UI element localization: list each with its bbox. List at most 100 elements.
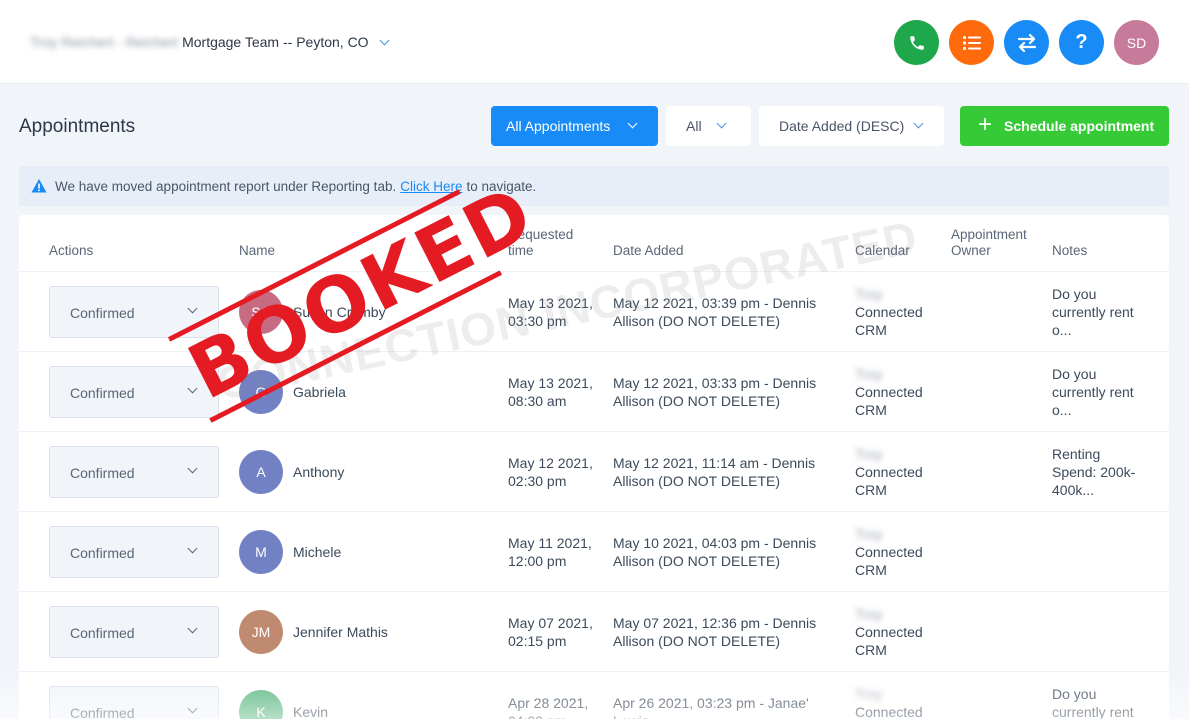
- column-header-actions: Actions: [49, 243, 94, 258]
- date-added-line2: Allison (DO NOT DELETE): [613, 313, 780, 329]
- chevron-down-icon: [187, 703, 198, 714]
- table-row[interactable]: Confirmed M Michele May 11 2021, 12:00 pm May…: [19, 512, 1169, 592]
- date-added-line2: Lewis: [613, 712, 838, 719]
- page-title: Appointments: [19, 116, 136, 137]
- notes-line2: currently rent: [1052, 384, 1134, 400]
- table-row[interactable]: Confirmed G Gabriela May 13 2021, 08:30 am Ma…: [19, 352, 1169, 432]
- date-added-line2: Allison (DO NOT DELETE): [613, 393, 780, 409]
- status-dropdown[interactable]: Confirmed: [49, 686, 219, 719]
- date-added-line1: May 10 2021, 04:03 pm - Dennis: [613, 535, 817, 551]
- calendar-owner-blurred: Troy: [855, 446, 883, 462]
- requested-date: May 13 2021,: [508, 295, 593, 311]
- chevron-down-icon: [187, 623, 198, 634]
- contact-avatar: A: [239, 450, 283, 494]
- calendar-owner-blurred: Troy: [855, 286, 883, 302]
- calendar-line1: Connected: [855, 624, 923, 640]
- contact-name[interactable]: Jennifer Mathis: [293, 623, 388, 641]
- requested-clock: 03:30 pm: [508, 313, 567, 329]
- table-row[interactable]: Confirmed JM Jennifer Mathis May 07 2021, 02…: [19, 592, 1169, 672]
- requested-clock: 08:30 am: [508, 393, 567, 409]
- chevron-down-icon: [379, 35, 390, 45]
- calendar-line2: CRM: [855, 482, 887, 498]
- calendar-owner-blurred: Troy: [855, 526, 883, 542]
- location-label: Mortgage Team -- Peyton, CO: [182, 34, 369, 50]
- top-bar: Troy Reichert - Reichert Mortgage Team -…: [0, 0, 1189, 84]
- help-icon[interactable]: ?: [1059, 20, 1104, 65]
- status-filter-dropdown[interactable]: All: [666, 106, 751, 146]
- column-header-calendar: Calendar: [855, 243, 910, 258]
- status-dropdown[interactable]: Confirmed: [49, 286, 219, 338]
- notice-link[interactable]: Click Here: [400, 179, 462, 194]
- appointments-filter-dropdown[interactable]: All Appointments: [491, 106, 658, 146]
- location-switcher[interactable]: Troy Reichert - Reichert Mortgage Team -…: [30, 34, 390, 50]
- table-row[interactable]: Confirmed A Anthony May 12 2021, 02:30 pm May…: [19, 432, 1169, 512]
- status-label: Confirmed: [70, 705, 135, 719]
- transfer-icon[interactable]: [1004, 20, 1049, 65]
- contact-name[interactable]: Kevin: [293, 703, 328, 719]
- contact-avatar: M: [239, 530, 283, 574]
- table-header: Actions Name Requested time Date Added C…: [19, 215, 1169, 272]
- notes-line1: Renting: [1052, 446, 1101, 462]
- calendar-line2: CRM: [855, 562, 887, 578]
- notice-text: We have moved appointment report under R…: [55, 178, 397, 194]
- calendar-line2: CRM: [855, 322, 887, 338]
- contact-avatar: JM: [239, 610, 283, 654]
- calendar-owner-blurred: Troy: [855, 366, 883, 382]
- requested-time: May 13 2021, 03:30 pm: [508, 294, 608, 330]
- requested-clock: 02:30 pm: [508, 473, 567, 489]
- calendar-line1: Connected: [855, 704, 923, 719]
- calendar-name: Troy Connected CRM: [855, 525, 945, 579]
- sort-dropdown[interactable]: Date Added (DESC): [759, 106, 944, 146]
- schedule-appointment-button[interactable]: + Schedule appointment: [960, 106, 1169, 146]
- notes-line1: Do you: [1052, 286, 1097, 302]
- date-added-line1: May 07 2021, 12:36 pm - Dennis: [613, 615, 817, 631]
- chevron-down-icon: [716, 118, 727, 129]
- status-dropdown[interactable]: Confirmed: [49, 366, 219, 418]
- chevron-down-icon: [187, 383, 198, 394]
- calendar-line1: Connected: [855, 304, 923, 320]
- status-dropdown[interactable]: Confirmed: [49, 606, 219, 658]
- status-dropdown[interactable]: Confirmed: [49, 526, 219, 578]
- calendar-line1: Connected: [855, 384, 923, 400]
- calendar-name: Troy Connected CRM: [855, 445, 945, 499]
- table-row[interactable]: Confirmed SC Susan Crumby May 13 2021, 03:30…: [19, 272, 1169, 352]
- header-actions: ? SD: [894, 20, 1159, 65]
- status-label: Confirmed: [70, 385, 135, 401]
- contact-name[interactable]: Michele: [293, 543, 341, 561]
- list-icon[interactable]: [949, 20, 994, 65]
- chevron-down-icon: [187, 463, 198, 474]
- requested-time: May 07 2021, 02:15 pm: [508, 614, 608, 650]
- contact-name[interactable]: Susan Crumby: [293, 303, 386, 321]
- calendar-line1: Connected: [855, 464, 923, 480]
- date-added-line2: Allison (DO NOT DELETE): [613, 633, 780, 649]
- date-added: May 12 2021, 03:39 pm - Dennis Allison (D…: [613, 294, 838, 330]
- contact-name[interactable]: Anthony: [293, 463, 344, 481]
- column-header-owner-line1: Appointment: [951, 227, 1027, 242]
- schedule-appointment-label: Schedule appointment: [1004, 118, 1155, 134]
- user-avatar[interactable]: SD: [1114, 20, 1159, 65]
- contact-name[interactable]: Gabriela: [293, 383, 346, 401]
- requested-clock: 12:00 pm: [508, 553, 567, 569]
- column-header-notes: Notes: [1052, 243, 1088, 258]
- date-added-line1: Apr 26 2021, 03:23 pm - Janae': [613, 695, 809, 711]
- info-notice: We have moved appointment report under R…: [19, 166, 1169, 206]
- chevron-down-icon: [187, 543, 198, 554]
- date-added: May 10 2021, 04:03 pm - Dennis Allison (D…: [613, 534, 838, 570]
- notice-text-after: to navigate.: [466, 178, 537, 194]
- date-added: May 12 2021, 03:33 pm - Dennis Allison (D…: [613, 374, 838, 410]
- column-header-requested-line1: Requested: [508, 227, 574, 242]
- table-row[interactable]: ConfirmedKKevinApr 28 2021,04:00 pmApr 2…: [19, 672, 1169, 719]
- status-label: Confirmed: [70, 465, 135, 481]
- location-owner-blurred: Troy Reichert - Reichert: [30, 34, 179, 50]
- notes-line2: currently rent: [1052, 304, 1134, 320]
- contact-avatar: G: [239, 370, 283, 414]
- calendar-name: Troy Connected CRM: [855, 605, 945, 659]
- notes-line3: o...: [1052, 322, 1072, 338]
- status-label: Confirmed: [70, 545, 135, 561]
- calendar-name: Troy Connected CRM: [855, 365, 945, 419]
- phone-icon[interactable]: [894, 20, 939, 65]
- status-dropdown[interactable]: Confirmed: [49, 446, 219, 498]
- chevron-down-icon: [913, 118, 924, 129]
- calendar-line2: CRM: [855, 642, 887, 658]
- status-label: Confirmed: [70, 625, 135, 641]
